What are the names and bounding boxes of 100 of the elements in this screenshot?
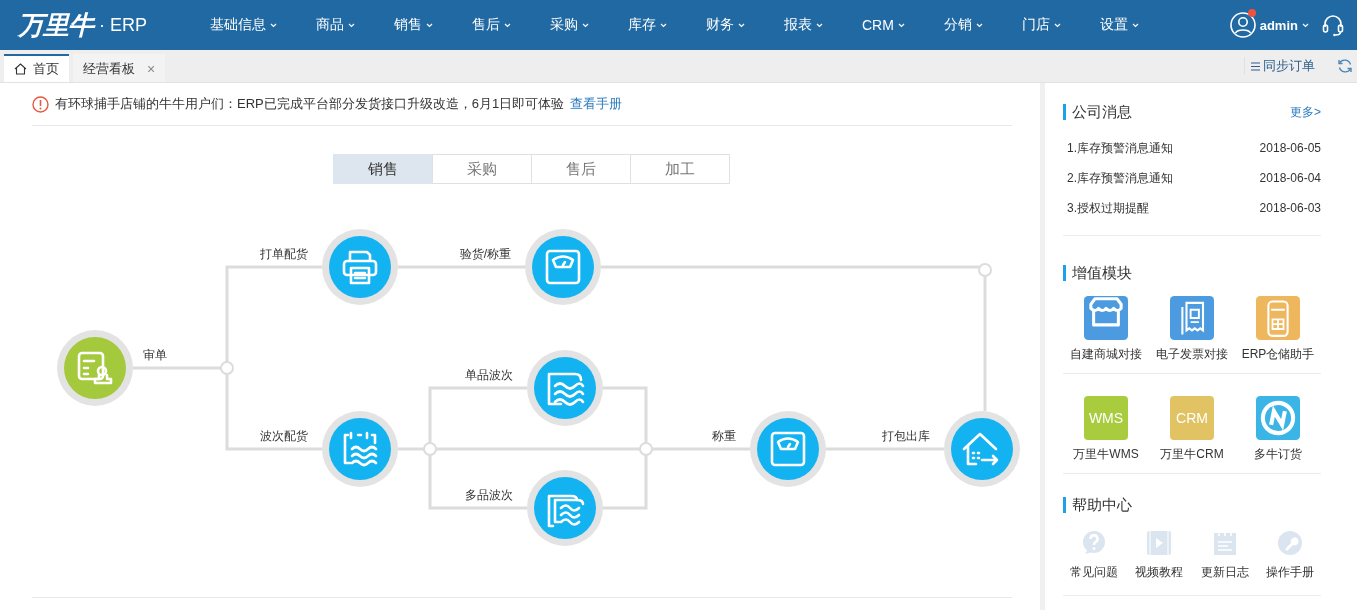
stamp-document-icon <box>77 351 113 385</box>
caret-icon <box>816 22 823 28</box>
help-link[interactable]: 更新日志 <box>1200 564 1249 581</box>
help-link[interactable]: 常见问题 <box>1070 564 1118 581</box>
caret-icon <box>1053 22 1061 28</box>
stacked-wave-icon <box>547 494 585 528</box>
news-item[interactable]: 3.授权过期提醒 <box>1067 199 1149 217</box>
junction-dot <box>639 442 653 456</box>
video-icon[interactable] <box>1146 530 1173 556</box>
sync-orders-button[interactable]: 同步订单 <box>1244 57 1315 75</box>
connector-line <box>603 455 648 510</box>
step-label: 多品波次 <box>465 488 513 502</box>
caret-icon <box>1131 22 1139 28</box>
user-avatar-icon[interactable] <box>1229 12 1256 38</box>
step-node[interactable] <box>527 350 603 426</box>
scale-icon <box>770 431 806 467</box>
module-label[interactable]: 万里牛CRM <box>1160 446 1224 463</box>
product-name: · ERP <box>99 14 147 36</box>
menu-item[interactable]: 基础信息 <box>200 0 287 50</box>
question-icon[interactable] <box>1081 530 1107 556</box>
help-link[interactable]: 视频教程 <box>1135 564 1184 581</box>
step-node[interactable] <box>750 411 826 487</box>
flow-tab[interactable]: 采购 <box>432 154 532 184</box>
help-link[interactable]: 操作手册 <box>1266 564 1314 581</box>
refresh-icon[interactable] <box>1337 58 1353 74</box>
junction-dot <box>978 263 992 277</box>
caret-icon <box>582 22 589 28</box>
notepad-icon[interactable] <box>1211 530 1238 556</box>
connector-line <box>398 447 424 451</box>
module-label[interactable]: 自建商城对接 <box>1070 346 1142 363</box>
section-title: 帮助中心 <box>1063 497 1132 513</box>
caret-icon <box>270 22 277 28</box>
menu-item[interactable]: 门店 <box>1011 0 1071 50</box>
caret-icon <box>504 22 511 28</box>
section-title: 公司消息 <box>1063 104 1132 120</box>
section-title: 增值模块 <box>1063 265 1132 281</box>
caret-icon <box>1302 22 1309 28</box>
module-label[interactable]: 万里牛WMS <box>1073 446 1139 463</box>
headset-icon[interactable] <box>1321 13 1345 37</box>
close-button[interactable]: × <box>147 61 156 77</box>
step-label: 单品波次 <box>465 368 513 382</box>
wave-calendar-icon <box>343 431 378 467</box>
menu-item[interactable]: 设置 <box>1089 0 1149 50</box>
step-label: 验货/称重 <box>459 247 511 261</box>
house-arrow-icon <box>962 432 999 466</box>
wave-icon <box>547 372 585 406</box>
step-node[interactable] <box>944 411 1020 487</box>
menu-item[interactable]: 采购 <box>540 0 599 50</box>
wrench-icon[interactable] <box>1277 530 1303 556</box>
menu-item[interactable]: 财务 <box>696 0 755 50</box>
module-tile: CRM <box>1170 396 1214 440</box>
page-tab[interactable]: 首页 <box>4 54 69 82</box>
module-label[interactable]: ERP仓储助手 <box>1241 346 1315 363</box>
caret-icon <box>426 22 433 28</box>
menu-item[interactable]: 销售 <box>384 0 443 50</box>
list-icon <box>1251 61 1260 71</box>
step-label: 称重 <box>712 429 736 443</box>
user-menu[interactable]: admin <box>1259 17 1309 33</box>
news-item[interactable]: 1.库存预警消息通知 <box>1067 139 1173 157</box>
news-date: 2018-06-04 <box>1259 171 1321 185</box>
flow-tab[interactable]: 售后 <box>531 154 631 184</box>
module-label[interactable]: 多牛订货 <box>1254 446 1302 463</box>
step-label: 打单配货 <box>260 247 308 261</box>
step-node[interactable] <box>322 411 398 487</box>
menu-item[interactable]: CRM <box>852 0 915 50</box>
menu-item[interactable]: 分销 <box>933 0 993 50</box>
caret-icon <box>975 22 983 28</box>
manual-link[interactable]: 查看手册 <box>570 95 623 113</box>
module-label[interactable]: 电子发票对接 <box>1156 346 1228 363</box>
step-node[interactable] <box>57 330 133 406</box>
caret-icon <box>348 22 355 28</box>
news-item[interactable]: 2.库存预警消息通知 <box>1067 169 1173 187</box>
menu-item[interactable]: 售后 <box>462 0 521 50</box>
connector-line <box>603 386 648 443</box>
news-date: 2018-06-05 <box>1259 141 1321 155</box>
printer-icon <box>342 250 378 285</box>
home-icon <box>14 63 27 75</box>
page-tab[interactable]: 经营看板 × <box>73 54 166 82</box>
caret-icon <box>738 22 745 28</box>
caret-icon <box>660 22 667 28</box>
step-node[interactable] <box>322 229 398 305</box>
warning-icon <box>32 95 49 113</box>
menu-item[interactable]: 库存 <box>618 0 677 50</box>
flow-tab[interactable]: 销售 <box>333 154 433 184</box>
scale-icon <box>545 249 581 285</box>
flow-tab[interactable]: 加工 <box>630 154 730 184</box>
module-tile: WMS <box>1084 396 1128 440</box>
menu-item[interactable]: 商品 <box>306 0 365 50</box>
step-node[interactable] <box>525 229 601 305</box>
junction-dot <box>423 442 437 456</box>
menu-item[interactable]: 报表 <box>774 0 833 50</box>
step-label: 审单 <box>143 348 167 362</box>
step-node[interactable] <box>527 470 603 546</box>
notice-text: 有环球捕手店铺的牛牛用户们：ERP已完成平台部分发货接口升级改造，6月1日即可体验 <box>55 95 565 113</box>
junction-dot <box>220 361 234 375</box>
caret-icon <box>897 22 905 28</box>
news-date: 2018-06-03 <box>1259 201 1321 215</box>
step-label: 波次配货 <box>260 429 308 443</box>
step-label: 打包出库 <box>882 429 930 443</box>
more-link[interactable]: 更多> <box>1290 103 1321 121</box>
